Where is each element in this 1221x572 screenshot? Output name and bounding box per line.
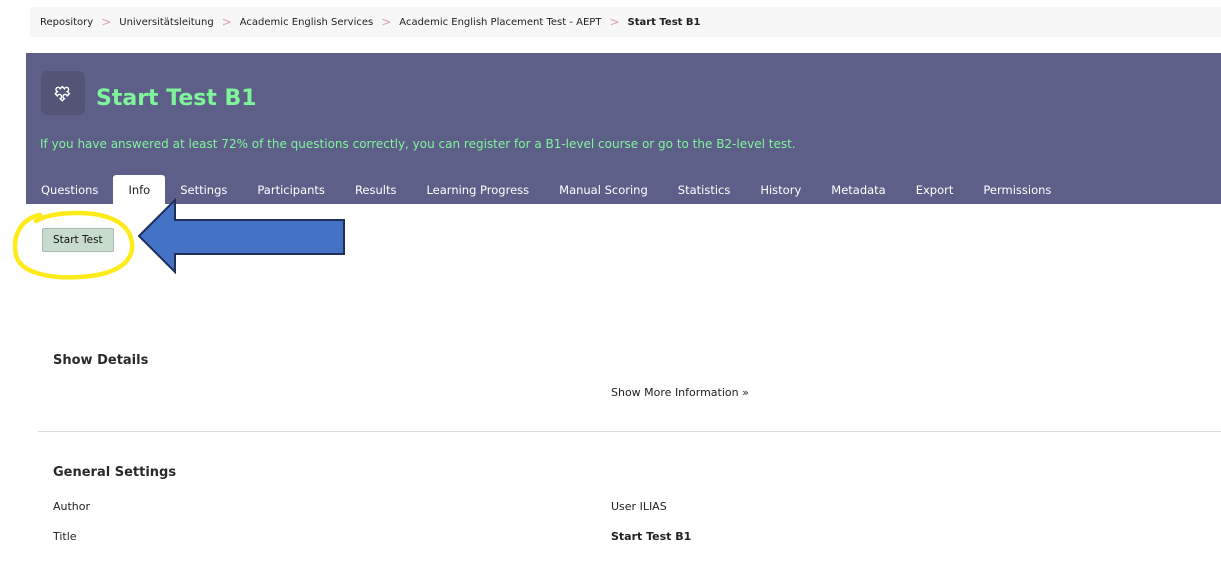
general-settings-heading: General Settings — [53, 465, 177, 480]
tab-manual-scoring[interactable]: Manual Scoring — [544, 175, 663, 204]
tab-permissions[interactable]: Permissions — [968, 175, 1066, 204]
breadcrumb-item-university-leadership[interactable]: Universitätsleitung — [119, 17, 213, 28]
breadcrumb-separator: > — [221, 15, 232, 29]
arrow-left-annotation — [137, 197, 345, 275]
tab-history[interactable]: History — [745, 175, 816, 204]
breadcrumb-separator: > — [381, 15, 392, 29]
puzzle-icon — [41, 71, 85, 115]
breadcrumb: Repository > Universitätsleitung > Acade… — [30, 7, 1221, 37]
author-value: User ILIAS — [611, 500, 667, 513]
breadcrumb-item-repository[interactable]: Repository — [40, 17, 93, 28]
tab-export[interactable]: Export — [901, 175, 969, 204]
title-label: Title — [53, 530, 77, 543]
breadcrumb-item-academic-english-services[interactable]: Academic English Services — [240, 17, 373, 28]
show-more-information-link[interactable]: Show More Information » — [611, 386, 749, 399]
tab-metadata[interactable]: Metadata — [816, 175, 900, 204]
author-label: Author — [53, 500, 91, 513]
title-value: Start Test B1 — [611, 530, 692, 543]
tab-statistics[interactable]: Statistics — [663, 175, 746, 204]
breadcrumb-separator: > — [609, 15, 620, 29]
page-description: If you have answered at least 72% of the… — [40, 137, 796, 151]
section-divider — [38, 431, 1221, 432]
breadcrumb-item-placement-test[interactable]: Academic English Placement Test - AEPT — [399, 17, 601, 28]
page-title: Start Test B1 — [96, 86, 257, 111]
object-header: Start Test B1 If you have answered at le… — [26, 53, 1221, 204]
tab-learning-progress[interactable]: Learning Progress — [411, 175, 544, 204]
puzzle-icon-glyph — [54, 85, 71, 102]
tab-questions[interactable]: Questions — [26, 175, 113, 204]
tab-results[interactable]: Results — [340, 175, 412, 204]
breadcrumb-current: Start Test B1 — [627, 16, 701, 28]
highlight-circle-annotation — [12, 210, 135, 280]
show-details-heading: Show Details — [53, 353, 149, 368]
breadcrumb-separator: > — [101, 15, 112, 29]
